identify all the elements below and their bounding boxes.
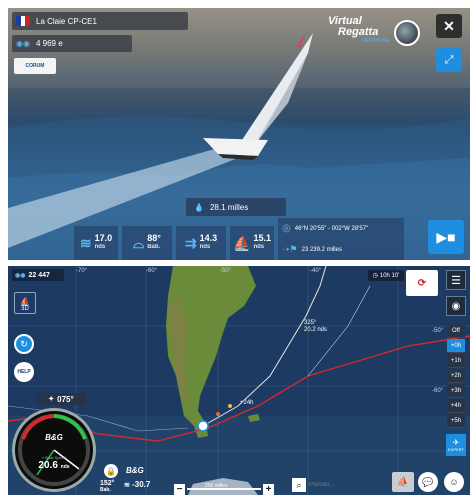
expert-icon: ✈ [452, 438, 460, 447]
timeline-5h[interactable]: +5h [447, 414, 465, 428]
credits-value: 4 969 e [35, 39, 63, 48]
chat-icon: 💬 [422, 476, 434, 487]
coord-label: -40° [310, 268, 322, 274]
map-view[interactable]: -70° -60° -50° -40° -50° -60° 325° 20.2 … [8, 266, 470, 495]
expand-icon: ⤢ [444, 53, 454, 66]
close-icon: ✕ [443, 17, 455, 34]
view-3d-button[interactable]: ⛵ 3D [14, 292, 36, 314]
credits-bar[interactable]: ◉◉ 4 969 e [12, 35, 132, 52]
sponsor-logo: CORUM [14, 58, 56, 74]
drop-icon: 💧 [194, 202, 204, 212]
coord-label: -60° [146, 268, 158, 274]
distance-pill: 💧 28.1 milles [186, 198, 286, 216]
camera-icon: ▶■ [436, 228, 456, 245]
bg-logo-small: B&G [126, 466, 144, 475]
sail-icon: ⛵ [396, 476, 410, 488]
chat-button[interactable]: 💬 [418, 472, 438, 492]
search-input[interactable] [309, 479, 365, 491]
player-boat-marker [197, 420, 209, 432]
clock-icon: ◷ [372, 273, 378, 279]
compass-icon: ◎ [282, 223, 291, 234]
timeline-4h[interactable]: +4h [447, 399, 465, 413]
zoom-in-button[interactable]: + [263, 483, 274, 495]
map-credits[interactable]: ◉◉ 22 447 [12, 269, 64, 281]
sail-selector-button[interactable]: ⛵ [392, 472, 414, 492]
route-time-label: +24h [240, 400, 254, 406]
position-box: ◎ 46°N 20'55" - 002°W 28'57" ➝⚑ 23 239.2… [278, 218, 404, 260]
expert-button[interactable]: ✈ EXPERT [446, 434, 466, 456]
fullscreen-button[interactable]: ⤢ [436, 48, 462, 72]
coord-label: -50° [432, 328, 444, 334]
sail-speed-box: ⛵ 15.1 nds [230, 226, 274, 260]
coins-icon: ◉◉ [15, 272, 26, 279]
coord-label: -60° [432, 388, 444, 394]
coord-label: -70° [76, 268, 88, 274]
bearing-readout: ≋ -30.7 [124, 480, 151, 489]
user-icon: ☺ [449, 477, 459, 487]
timeline-off[interactable]: Off [447, 324, 465, 338]
search-bar[interactable]: ⌕ [292, 477, 372, 493]
lock-icon: 🔒 [106, 466, 116, 476]
race-logo[interactable]: ⟳ [406, 270, 438, 296]
lock-button[interactable]: 🔒 [104, 464, 118, 478]
camera-button[interactable]: ▶■ [428, 220, 464, 254]
profile-button[interactable]: ☺ [444, 472, 464, 492]
gauge-speed-value: 20.6 nds [38, 460, 70, 471]
scale-bar: 200 milles [187, 483, 261, 490]
globe-icon [394, 20, 420, 46]
eye-icon: ◉ [451, 300, 461, 312]
boat-speed-box: ⇉ 14.3 nds [176, 226, 226, 260]
coins-icon: ◉◉ [16, 39, 30, 48]
flag-icon: ➝⚑ [282, 244, 298, 254]
search-icon[interactable]: ⌕ [292, 478, 306, 492]
time-remaining-pill: ◷ 10h 10' [368, 270, 404, 281]
speed-icon: ⇉ [184, 234, 197, 251]
gauge-brand: B&G [45, 433, 63, 442]
gear-icon: ✦ [48, 396, 55, 403]
help-button[interactable]: HELP [14, 362, 34, 382]
wind-icon: ≋ [124, 482, 130, 489]
bg-gauge[interactable]: B&G ≈ Boat Speed 20.6 nds [12, 408, 96, 492]
visibility-button[interactable]: ◉ [446, 296, 466, 316]
timeline-3h[interactable]: +3h [447, 384, 465, 398]
compass-heading-pill: ✦ 075° [36, 393, 86, 405]
boat-thumbnail-icon: ⛵ [20, 297, 30, 306]
sail-icon: ⛵ [233, 234, 251, 251]
game-3d-view: La Claie CP-CE1 ◉◉ 4 969 e CORUM Virtual… [8, 8, 470, 260]
game-logo: Virtual Regatta OFFSHORE [328, 16, 423, 58]
timeline-2h[interactable]: +2h [447, 369, 465, 383]
wind-speed-box: ≋ 17.0 nds [74, 226, 118, 260]
timeline-0h[interactable]: +0h [447, 339, 465, 353]
refresh-icon: ↻ [20, 338, 28, 349]
close-button[interactable]: ✕ [436, 14, 462, 38]
zoom-controls: − 200 milles + [174, 483, 274, 495]
player-name: La Claie CP-CE1 [36, 16, 97, 26]
coord-label: -50° [220, 268, 232, 274]
twa-readout: 152° Bab. [100, 480, 115, 493]
heading-box: ⌓ 88° Bab. [122, 226, 172, 260]
player-name-bar[interactable]: La Claie CP-CE1 [12, 12, 188, 30]
gauge-dial [18, 414, 90, 486]
zoom-out-button[interactable]: − [174, 483, 185, 495]
menu-icon: ☰ [451, 274, 461, 287]
timeline-1h[interactable]: +1h [447, 354, 465, 368]
race-icon: ⟳ [417, 277, 427, 289]
route-waypoint-label: 325° 20.2 nds [304, 320, 328, 333]
menu-button[interactable]: ☰ [446, 270, 466, 290]
france-flag-icon [16, 16, 31, 26]
wind-icon: ≋ [79, 234, 92, 251]
center-boat-button[interactable]: ↻ [14, 334, 34, 354]
boat-icon: ⌓ [133, 234, 145, 251]
